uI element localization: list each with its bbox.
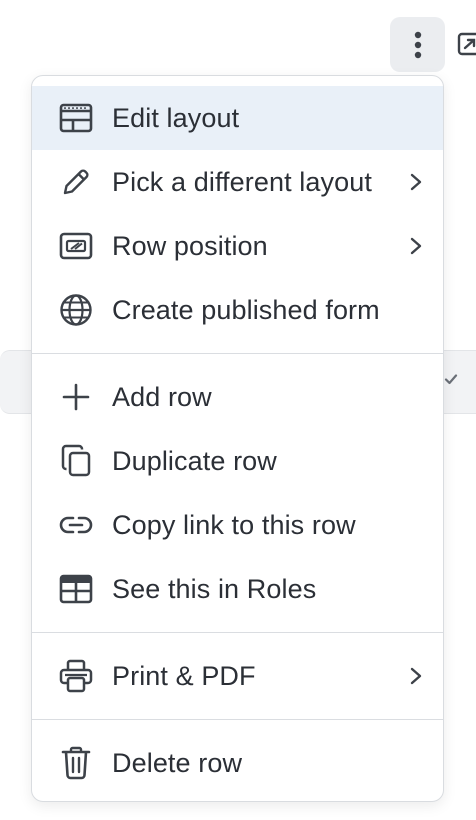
- menu-item-add-row[interactable]: Add row: [32, 365, 443, 429]
- chevron-right-icon: [409, 236, 423, 256]
- menu-item-label: Print & PDF: [112, 660, 256, 691]
- page: Edit layout Pick a different layout Row po…: [0, 0, 476, 820]
- check-icon: [444, 374, 458, 385]
- menu-item-label: Copy link to this row: [112, 509, 356, 540]
- expand-row-icon[interactable]: [456, 30, 476, 58]
- menu-item-create-published-form[interactable]: Create published form: [32, 278, 443, 342]
- menu-item-label: Delete row: [112, 747, 243, 778]
- menu-item-duplicate-row[interactable]: Duplicate row: [32, 429, 443, 493]
- row-position-icon: [58, 228, 94, 264]
- menu-item-delete-row[interactable]: Delete row: [32, 731, 443, 795]
- more-options-button[interactable]: [390, 17, 445, 72]
- plus-icon: [58, 379, 94, 415]
- menu-item-edit-layout[interactable]: Edit layout: [32, 86, 443, 150]
- menu-item-copy-link-to-this-row[interactable]: Copy link to this row: [32, 493, 443, 557]
- menu-item-pick-a-different-layout[interactable]: Pick a different layout: [32, 150, 443, 214]
- table-icon: [58, 571, 94, 607]
- menu-item-label: Edit layout: [112, 102, 240, 133]
- trash-icon: [58, 745, 94, 781]
- pencil-icon: [58, 164, 94, 200]
- menu-item-label: Row position: [112, 230, 268, 261]
- chevron-right-icon: [409, 172, 423, 192]
- vertical-dots-icon: [414, 31, 421, 58]
- chevron-right-icon: [409, 666, 423, 686]
- menu-item-label: Pick a different layout: [112, 166, 372, 197]
- layout-icon: [58, 100, 94, 136]
- row-actions-menu: Edit layout Pick a different layout Row po…: [31, 75, 444, 802]
- menu-item-print-and-pdf[interactable]: Print & PDF: [32, 644, 443, 708]
- printer-icon: [58, 658, 94, 694]
- duplicate-icon: [58, 443, 94, 479]
- menu-divider: [32, 719, 443, 720]
- menu-item-row-position[interactable]: Row position: [32, 214, 443, 278]
- menu-divider: [32, 353, 443, 354]
- globe-icon: [58, 292, 94, 328]
- menu-item-label: Add row: [112, 381, 212, 412]
- menu-item-label: Create published form: [112, 294, 380, 325]
- link-icon: [58, 507, 94, 543]
- menu-divider: [32, 632, 443, 633]
- menu-item-see-this-in-roles[interactable]: See this in Roles: [32, 557, 443, 621]
- menu-item-label: See this in Roles: [112, 573, 317, 604]
- menu-item-label: Duplicate row: [112, 445, 277, 476]
